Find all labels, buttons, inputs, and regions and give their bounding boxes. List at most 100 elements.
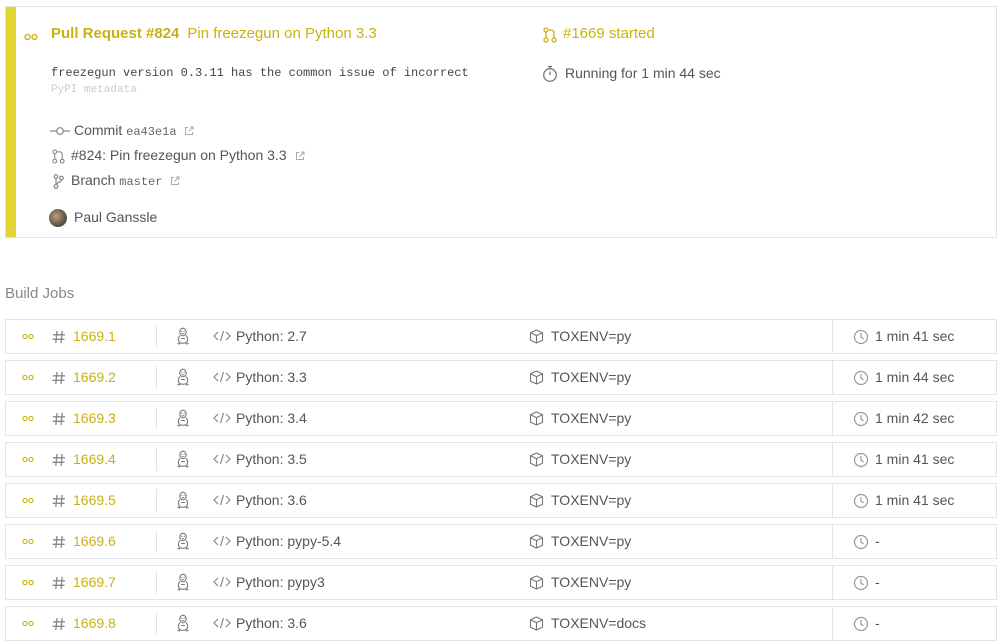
clock-icon — [853, 370, 869, 386]
column-divider — [156, 325, 157, 348]
column-divider — [156, 489, 157, 512]
job-row[interactable]: 1669.3 Python: 3.4 TOXENV=py 1 min 42 sec — [5, 401, 997, 436]
column-divider — [832, 566, 833, 599]
job-number[interactable]: 1669.1 — [73, 320, 116, 353]
hash-icon — [52, 617, 66, 631]
job-row[interactable]: 1669.6 Python: pypy-5.4 TOXENV=py - — [5, 524, 997, 559]
clock-icon — [853, 411, 869, 427]
job-number[interactable]: 1669.8 — [73, 607, 116, 640]
hash-icon — [52, 576, 66, 590]
hash-icon — [52, 371, 66, 385]
code-icon — [213, 494, 231, 506]
build-duration: Running for 1 min 44 sec — [565, 65, 721, 81]
job-env: TOXENV=py — [551, 328, 632, 344]
code-icon — [213, 371, 231, 383]
pull-request-icon — [543, 27, 557, 43]
column-divider — [832, 484, 833, 517]
column-divider — [832, 320, 833, 353]
commit-message-line: freezegun version 0.3.11 has the common … — [51, 66, 469, 80]
commit-message-line-faded: PyPI metadata — [51, 84, 137, 96]
package-icon — [529, 575, 544, 590]
pr-link-text[interactable]: #824: Pin freezegun on Python 3.3 — [71, 147, 287, 163]
column-divider — [156, 612, 157, 635]
linux-icon — [176, 409, 190, 427]
column-divider — [832, 402, 833, 435]
job-env: TOXENV=py — [551, 369, 632, 385]
running-dots-icon — [22, 497, 34, 504]
job-row[interactable]: 1669.5 Python: 3.6 TOXENV=py 1 min 41 sec — [5, 483, 997, 518]
package-icon — [529, 493, 544, 508]
job-env: TOXENV=py — [551, 533, 632, 549]
running-dots-icon — [22, 456, 34, 463]
author-name: Paul Ganssle — [74, 209, 158, 225]
hash-icon — [52, 453, 66, 467]
job-env: TOXENV=py — [551, 492, 632, 508]
pr-link-row[interactable]: #824: Pin freezegun on Python 3.3 — [52, 147, 305, 164]
hash-icon — [52, 330, 66, 344]
running-dots-icon — [22, 579, 34, 586]
job-language: Python: pypy-5.4 — [236, 533, 342, 549]
job-row[interactable]: 1669.1 Python: 2.7 TOXENV=py 1 min 41 sec — [5, 319, 997, 354]
branch-name[interactable]: master — [119, 175, 162, 189]
job-env: TOXENV=docs — [551, 615, 647, 631]
column-divider — [156, 571, 157, 594]
build-status[interactable]: #1669 started — [563, 25, 655, 42]
running-dots-icon — [22, 374, 34, 381]
status-stripe — [6, 7, 16, 237]
build-summary-card: Pull Request #824 Pin freezegun on Python… — [5, 6, 997, 238]
hash-icon — [52, 535, 66, 549]
job-number[interactable]: 1669.4 — [73, 443, 116, 476]
clock-icon — [853, 575, 869, 591]
pr-heading[interactable]: Pull Request #824 Pin freezegun on Python… — [51, 25, 377, 42]
job-env: TOXENV=py — [551, 451, 632, 467]
commit-message: freezegun version 0.3.11 has the common … — [51, 63, 511, 97]
job-duration: - — [875, 533, 880, 549]
job-duration: 1 min 41 sec — [875, 328, 955, 344]
linux-icon — [176, 532, 190, 550]
job-duration: - — [875, 615, 880, 631]
job-number[interactable]: 1669.7 — [73, 566, 116, 599]
clock-icon — [853, 534, 869, 550]
column-divider — [832, 443, 833, 476]
external-link-icon[interactable] — [184, 126, 194, 136]
job-row[interactable]: 1669.8 Python: 3.6 TOXENV=docs - — [5, 606, 997, 641]
external-link-icon[interactable] — [295, 151, 305, 161]
package-icon — [529, 370, 544, 385]
job-row[interactable]: 1669.2 Python: 3.3 TOXENV=py 1 min 44 sec — [5, 360, 997, 395]
pr-label[interactable]: Pull Request #824 — [51, 25, 179, 42]
linux-icon — [176, 450, 190, 468]
job-duration: 1 min 44 sec — [875, 369, 955, 385]
job-language: Python: 3.6 — [236, 615, 307, 631]
job-env: TOXENV=py — [551, 574, 632, 590]
job-number[interactable]: 1669.5 — [73, 484, 116, 517]
commit-row[interactable]: Commit ea43e1a — [50, 122, 194, 139]
column-divider — [156, 366, 157, 389]
job-language: Python: 3.6 — [236, 492, 307, 508]
commit-label: Commit — [74, 122, 123, 138]
linux-icon — [176, 368, 190, 386]
job-row[interactable]: 1669.4 Python: 3.5 TOXENV=py 1 min 41 sec — [5, 442, 997, 477]
hash-icon — [52, 494, 66, 508]
stopwatch-icon — [542, 65, 558, 83]
column-divider — [156, 448, 157, 471]
job-language: Python: 2.7 — [236, 328, 307, 344]
job-row[interactable]: 1669.7 Python: pypy3 TOXENV=py - — [5, 565, 997, 600]
clock-icon — [853, 493, 869, 509]
column-divider — [156, 530, 157, 553]
branch-row[interactable]: Branch master — [53, 172, 180, 189]
pr-title[interactable]: Pin freezegun on Python 3.3 — [187, 25, 376, 42]
job-number[interactable]: 1669.3 — [73, 402, 116, 435]
external-link-icon[interactable] — [170, 176, 180, 186]
linux-icon — [176, 614, 190, 632]
job-duration: - — [875, 574, 880, 590]
code-icon — [213, 330, 231, 342]
hash-icon — [52, 412, 66, 426]
commit-sha[interactable]: ea43e1a — [126, 125, 176, 139]
pull-request-icon — [52, 149, 65, 164]
job-number[interactable]: 1669.2 — [73, 361, 116, 394]
code-icon — [213, 576, 231, 588]
job-number[interactable]: 1669.6 — [73, 525, 116, 558]
package-icon — [529, 534, 544, 549]
column-divider — [156, 407, 157, 430]
running-dots-icon — [22, 415, 34, 422]
